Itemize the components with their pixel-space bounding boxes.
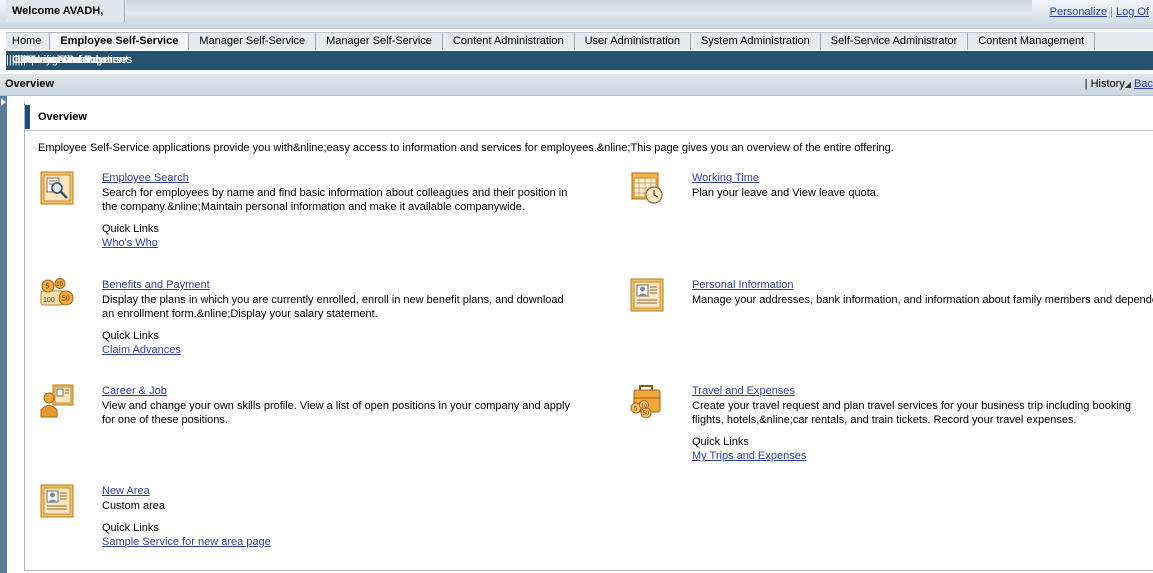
employee-search-icon[interactable] <box>40 171 74 205</box>
area-description: Search for employees by name and find ba… <box>102 187 568 213</box>
quick-link-claim-advances[interactable]: Claim Advances <box>102 343 572 357</box>
quick-link-my-trips-and-expenses[interactable]: My Trips and Expenses <box>692 449 1153 463</box>
page-title-bar: Overview | History◢ Bac <box>0 74 1153 96</box>
tab-manager-self-service-2[interactable]: Manager Self-Service <box>316 32 443 50</box>
history-label: History <box>1090 78 1125 90</box>
subnav-new-area[interactable]: New Area <box>26 51 86 70</box>
area-title-working-time[interactable]: Working Time <box>692 171 759 185</box>
id-card-icon[interactable] <box>40 484 74 518</box>
area-description: Plan your leave and View leave quota. <box>692 187 879 199</box>
area-title-new-area[interactable]: New Area <box>102 484 150 498</box>
area-title-employee-search[interactable]: Employee Search <box>102 171 189 185</box>
quick-links-label: Quick Links <box>102 330 159 342</box>
area-description: Create your travel request and plan trav… <box>692 400 1132 426</box>
header-bar: Welcome AVADH, Personalize | Log Of <box>0 0 1153 29</box>
area-description: View and change your own skills profile.… <box>102 400 570 426</box>
history-controls: | History◢ Bac <box>1085 78 1153 90</box>
expand-arrow-icon <box>1 98 6 106</box>
coin-value-100: 100 <box>43 297 55 304</box>
quick-links-label: Quick Links <box>102 223 159 235</box>
career-icon[interactable] <box>40 384 74 418</box>
coin-value-10: 10 <box>56 282 63 288</box>
welcome-box: Welcome AVADH, <box>6 0 125 22</box>
history-separator: | <box>1084 78 1088 90</box>
page-title: Overview <box>5 78 54 90</box>
coin-value-50: 50 <box>643 411 650 417</box>
quick-link-whos-who[interactable]: Who's Who <box>102 236 572 250</box>
header-link-separator: | <box>1110 6 1113 18</box>
coins-icon[interactable]: 100 5 10 50 <box>40 278 74 312</box>
area-title-career-and-job[interactable]: Career & Job <box>102 384 167 398</box>
area-title-travel-and-expenses[interactable]: Travel and Expenses <box>692 384 795 398</box>
personalize-link[interactable]: Personalize <box>1050 6 1107 18</box>
history-dropdown-icon: ◢ <box>1124 80 1131 89</box>
second-level-navigation: Overview | Employee Search | Working Time | Be… <box>6 51 1153 70</box>
area-description: Display the plans in which you are curre… <box>102 294 564 320</box>
history-menu[interactable]: History◢ <box>1091 78 1131 90</box>
header-links: Personalize | Log Of <box>1050 6 1149 18</box>
coin-value-5: 5 <box>46 284 50 291</box>
navigation-panel-toggle[interactable] <box>0 96 7 573</box>
quick-links-label: Quick Links <box>102 522 159 534</box>
log-off-link[interactable]: Log Of <box>1116 6 1149 18</box>
overview-intro-text: Employee Self-Service applications provi… <box>38 142 894 154</box>
quick-links-label: Quick Links <box>692 436 749 448</box>
tab-user-administration[interactable]: User Administration <box>574 32 691 50</box>
coin-value-50: 50 <box>62 296 70 303</box>
quick-link-sample-service[interactable]: Sample Service for new area page <box>102 535 572 549</box>
tab-system-administration[interactable]: System Administration <box>690 32 821 50</box>
tab-content-management[interactable]: Content Management <box>968 32 1096 50</box>
welcome-text: Welcome AVADH, <box>12 5 104 17</box>
suitcase-coins-icon[interactable]: 5 10 50 <box>630 384 664 418</box>
tab-self-service-administrator[interactable]: Self-Service Administrator <box>820 32 969 50</box>
area-title-personal-information[interactable]: Personal Information <box>692 278 794 292</box>
tab-home[interactable]: Home <box>6 32 51 50</box>
overview-header: Overview <box>25 102 1153 131</box>
overview-accent-bar <box>25 105 30 129</box>
overview-title: Overview <box>38 111 87 123</box>
calendar-clock-icon[interactable] <box>630 171 664 205</box>
back-link[interactable]: Bac <box>1134 78 1153 90</box>
area-description: Custom area <box>102 500 165 512</box>
tab-manager-self-service[interactable]: Manager Self-Service <box>189 32 317 50</box>
tab-employee-self-service[interactable]: Employee Self-Service <box>50 32 190 50</box>
area-description: Manage your addresses, bank information,… <box>692 294 1153 306</box>
header-decoration <box>126 0 1032 22</box>
id-card-icon[interactable] <box>630 278 664 312</box>
area-title-benefits-and-payment[interactable]: Benefits and Payment <box>102 278 210 292</box>
tab-content-administration[interactable]: Content Administration <box>442 32 575 50</box>
top-level-navigation: Home Employee Self-Service Manager Self-… <box>6 32 1153 50</box>
